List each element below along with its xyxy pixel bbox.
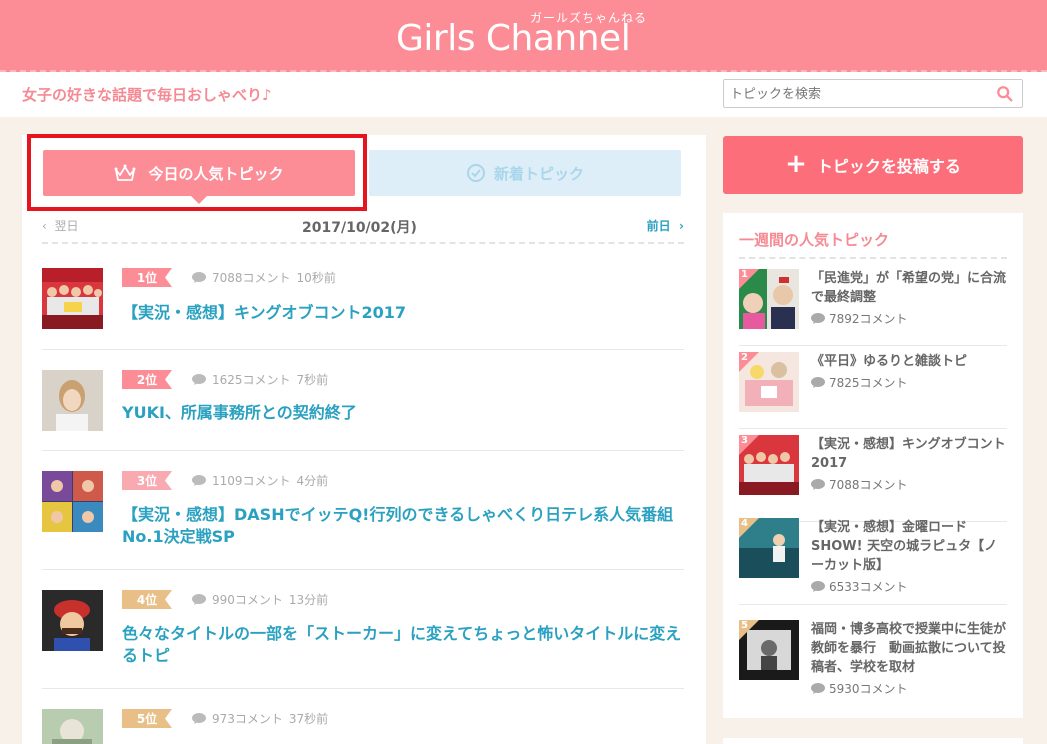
tab-new-label: 新着トピック	[493, 164, 584, 183]
site-logo[interactable]: Girls Channel	[396, 18, 631, 59]
weekly-thumbnail[interactable]: 2	[739, 352, 799, 412]
weekly-thumbnail[interactable]: 1	[739, 269, 799, 329]
weekly-meta: 7825コメント	[811, 374, 908, 391]
date-navigation: ‹ 翌日 2017/10/02(月) 前日 ›	[42, 214, 684, 244]
weekly-thumbnail[interactable]: 5	[739, 620, 799, 680]
topic-meta: 7088コメント 10秒前	[192, 269, 336, 286]
topic-thumbnail[interactable]	[42, 709, 103, 744]
comment-icon	[811, 581, 825, 592]
comment-icon	[192, 374, 206, 385]
weekly-meta: 7892コメント	[811, 310, 908, 327]
topic-thumbnail[interactable]	[42, 590, 103, 651]
post-topic-label: トピックを投稿する	[816, 157, 961, 176]
weekly-comment-count: 7088コメント	[829, 478, 908, 492]
comment-icon	[811, 479, 825, 490]
weekly-item[interactable]: 2 《平日》ゆるりと雑談トピ 7825コメント	[739, 352, 1007, 429]
plus-icon: +	[785, 149, 807, 179]
tab-new-topics[interactable]: 新着トピック	[369, 150, 681, 196]
topic-item[interactable]: 1位 7088コメント 10秒前 【実況・感想】キングオブコント2017	[42, 268, 684, 350]
weekly-comment-count: 7825コメント	[829, 376, 908, 390]
weekly-rank-number: 1	[741, 269, 748, 280]
topic-time: 7秒前	[296, 373, 329, 387]
topic-meta: 973コメント 37秒前	[192, 710, 328, 727]
weekly-title: 一週間の人気トピック	[739, 231, 890, 249]
topic-title[interactable]: YUKI、所属事務所との契約終了	[122, 402, 682, 424]
rank-badge: 3位	[122, 471, 172, 490]
topic-item[interactable]: 3位 1109コメント 4分前 【実況・感想】DASHでイッテQ!行列のできるし…	[42, 471, 684, 570]
search-icon[interactable]	[996, 85, 1014, 103]
highlight-box	[27, 134, 367, 211]
topic-time: 10秒前	[296, 271, 336, 285]
search-box[interactable]	[723, 79, 1023, 108]
rank-badge: 4位	[122, 590, 172, 609]
comment-icon	[192, 475, 206, 486]
topic-title[interactable]: 色々なタイトルの一部を「ストーカー」に変えてちょっと怖いタイトルに変えるトピ	[122, 623, 682, 667]
comment-icon	[192, 713, 206, 724]
weekly-item[interactable]: 4 【実況・感想】金曜ロードSHOW! 天空の城ラピュタ【ノーカット版】 653…	[739, 518, 1007, 605]
comment-count: 973コメント	[212, 712, 283, 726]
comment-icon	[811, 377, 825, 388]
weekly-comment-count: 6533コメント	[829, 580, 908, 594]
weekly-thumbnail[interactable]: 4	[739, 518, 799, 578]
weekly-meta: 6533コメント	[811, 578, 908, 595]
comment-count: 1109コメント	[212, 474, 291, 488]
comment-icon	[192, 272, 206, 283]
topic-item[interactable]: 4位 990コメント 13分前 色々なタイトルの一部を「ストーカー」に変えてちょ…	[42, 590, 684, 689]
topic-title[interactable]: 【実況・感想】DASHでイッテQ!行列のできるしゃべくり日テレ系人気番組No.1…	[122, 504, 682, 548]
weekly-item-title[interactable]: 【実況・感想】キングオブコント2017	[811, 435, 1009, 473]
weekly-popular-panel: 一週間の人気トピック 1 「民進党」が「希望の党」に合流で最終調整 7892コメ…	[723, 213, 1023, 718]
comment-count: 990コメント	[212, 593, 283, 607]
weekly-item-title[interactable]: 福岡・博多高校で授業中に生徒が教師を暴行 動画拡散について投稿者、学校を取材	[811, 620, 1009, 677]
divider	[739, 257, 1007, 259]
next-day-link[interactable]: ‹ 翌日	[42, 217, 78, 234]
weekly-meta: 5930コメント	[811, 680, 908, 697]
previous-day-link[interactable]: 前日 ›	[647, 217, 684, 234]
topic-time: 37秒前	[288, 712, 329, 726]
current-date: 2017/10/02(月)	[302, 220, 417, 236]
rank-badge: 1位	[122, 268, 172, 287]
comment-count: 1625コメント	[212, 373, 291, 387]
rank-badge: 5位	[122, 709, 172, 728]
weekly-thumbnail[interactable]: 3	[739, 435, 799, 495]
comment-icon	[192, 594, 206, 605]
weekly-item[interactable]: 1 「民進党」が「希望の党」に合流で最終調整 7892コメント	[739, 269, 1007, 346]
clock-icon	[466, 164, 485, 182]
weekly-item[interactable]: 3 【実況・感想】キングオブコント2017 7088コメント	[739, 435, 1007, 522]
weekly-rank-number: 4	[741, 518, 748, 529]
site-header: ガールズちゃんねる Girls Channel	[0, 0, 1047, 72]
topic-item[interactable]: 2位 1625コメント 7秒前 YUKI、所属事務所との契約終了	[42, 370, 684, 451]
topic-thumbnail[interactable]	[42, 370, 103, 431]
weekly-item-title[interactable]: 「民進党」が「希望の党」に合流で最終調整	[811, 269, 1009, 307]
search-input[interactable]	[730, 84, 980, 104]
weekly-meta: 7088コメント	[811, 476, 908, 493]
topic-item[interactable]: 5位 973コメント 37秒前	[42, 709, 684, 744]
topic-thumbnail[interactable]	[42, 471, 103, 532]
tagline: 女子の好きな話題で毎日おしゃべり♪	[22, 86, 272, 104]
sidebar-next-panel	[723, 738, 1023, 744]
rank-badge: 2位	[122, 370, 172, 389]
comment-icon	[811, 683, 825, 694]
topic-thumbnail[interactable]	[42, 268, 103, 329]
post-topic-button[interactable]: + トピックを投稿する	[723, 136, 1023, 194]
topic-meta: 1109コメント 4分前	[192, 472, 328, 489]
weekly-item-title[interactable]: 【実況・感想】金曜ロードSHOW! 天空の城ラピュタ【ノーカット版】	[811, 518, 1009, 575]
topic-meta: 990コメント 13分前	[192, 591, 328, 608]
weekly-rank-number: 3	[741, 435, 748, 446]
weekly-rank-number: 2	[741, 352, 748, 363]
weekly-rank-number: 5	[741, 620, 748, 631]
weekly-item-title[interactable]: 《平日》ゆるりと雑談トピ	[811, 352, 1009, 371]
comment-icon	[811, 313, 825, 324]
topic-time: 13分前	[288, 593, 329, 607]
weekly-item[interactable]: 5 福岡・博多高校で授業中に生徒が教師を暴行 動画拡散について投稿者、学校を取材…	[739, 620, 1007, 707]
topic-time: 4分前	[296, 474, 329, 488]
topic-meta: 1625コメント 7秒前	[192, 371, 328, 388]
comment-count: 7088コメント	[212, 271, 291, 285]
weekly-comment-count: 5930コメント	[829, 682, 908, 696]
weekly-comment-count: 7892コメント	[829, 312, 908, 326]
topic-title[interactable]: 【実況・感想】キングオブコント2017	[122, 302, 682, 324]
